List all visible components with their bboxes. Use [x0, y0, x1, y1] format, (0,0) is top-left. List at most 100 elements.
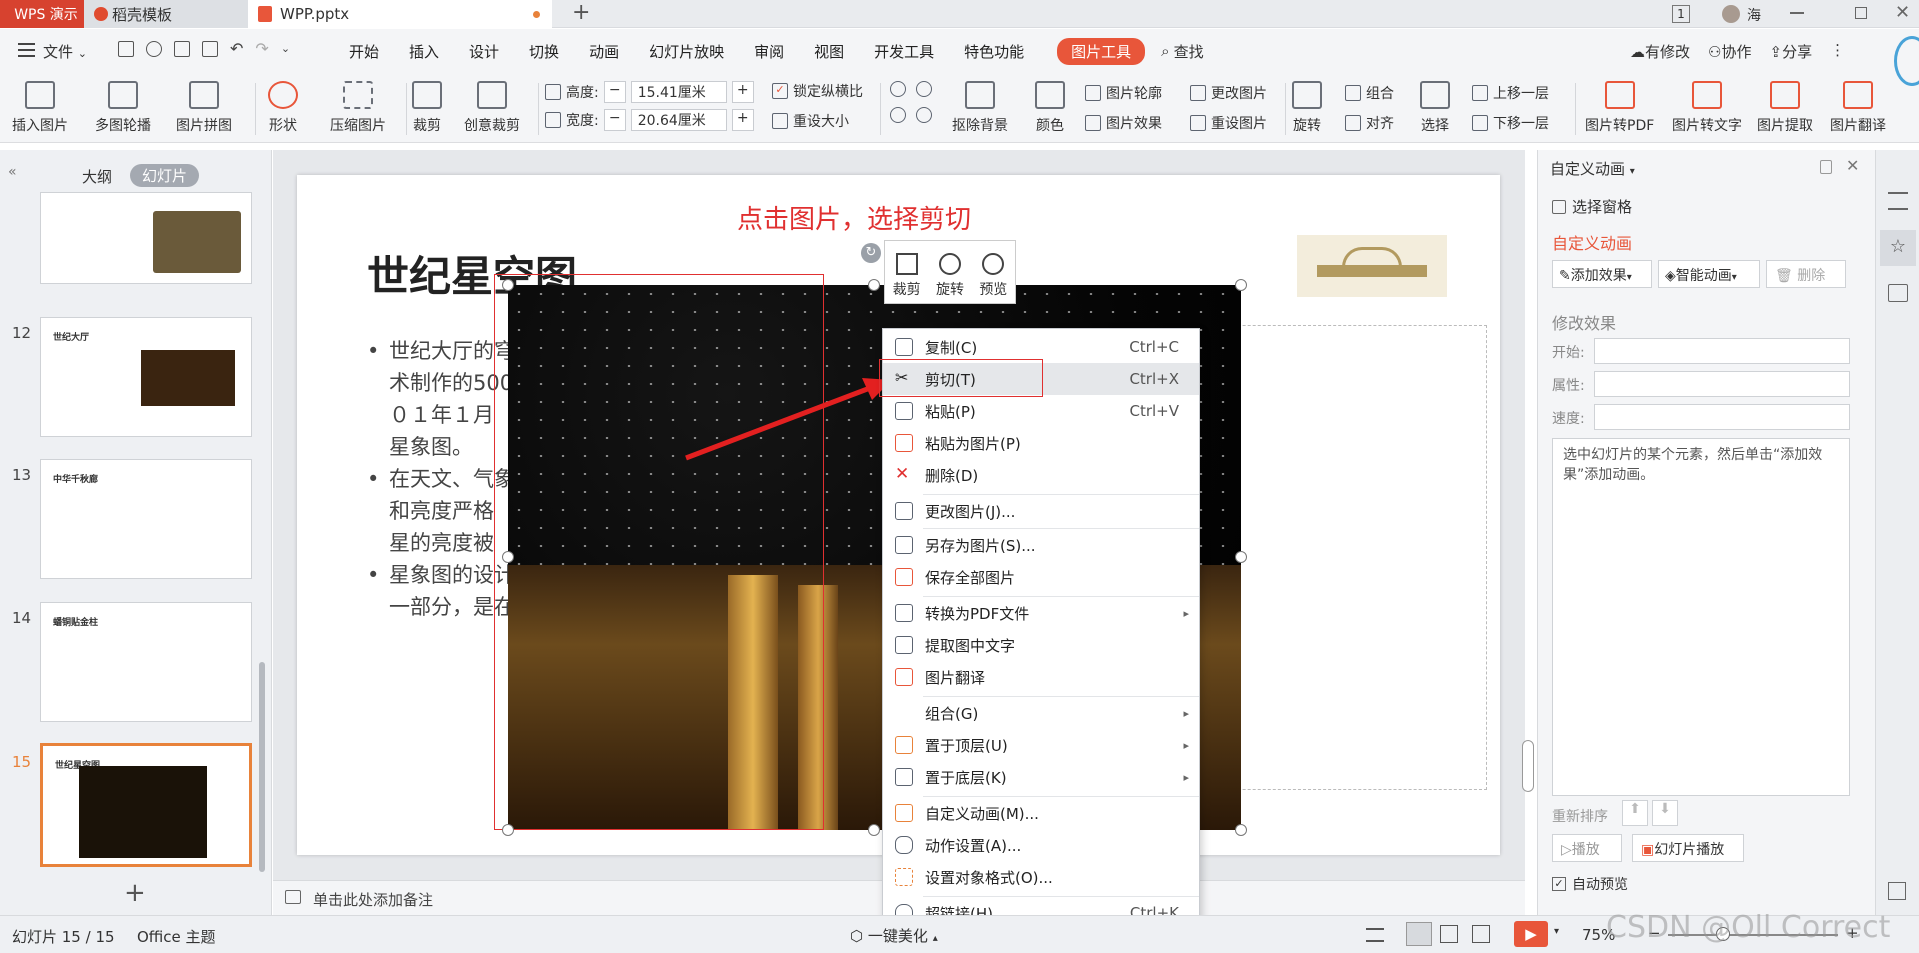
collapse-panel-icon[interactable]: « — [8, 164, 17, 180]
flip-h-icon[interactable] — [890, 107, 906, 123]
theme-name[interactable]: Office 主题 — [137, 926, 216, 947]
file-menu[interactable]: 文件 ⌄ — [43, 41, 87, 62]
animation-star-icon[interactable]: ☆ — [1880, 230, 1916, 266]
more-icon[interactable]: ⋮ — [1830, 41, 1845, 62]
pane-header[interactable]: 自定义动画 ▾ — [1550, 158, 1635, 179]
print-icon[interactable] — [174, 41, 190, 57]
collaborate-button[interactable]: ⚇协作 — [1708, 41, 1751, 62]
height-input[interactable]: 15.41厘米 — [630, 81, 727, 103]
width-increment[interactable]: + — [731, 109, 754, 131]
menu-item-change-image[interactable]: 更改图片(J)... — [883, 495, 1199, 527]
menu-tab-picture-tools[interactable]: 图片工具 — [1057, 37, 1146, 65]
menu-item-save-all-images[interactable]: 保存全部图片 — [883, 561, 1199, 593]
lock-ratio-checkbox[interactable]: ✓ 锁定纵横比 — [772, 81, 863, 101]
resize-handle[interactable] — [868, 824, 880, 836]
slide-thumbnail[interactable]: 中华千秋廊 — [40, 459, 252, 579]
changes-button[interactable]: ☁有修改 — [1630, 41, 1690, 62]
select-button[interactable]: 选择 — [1420, 81, 1450, 135]
move-up-button[interactable]: ⬆ — [1622, 800, 1648, 826]
menu-tab-design[interactable]: 设计 — [454, 41, 514, 62]
scrollbar[interactable] — [259, 662, 265, 872]
extract-button[interactable]: 图片提取 — [1757, 81, 1813, 135]
smart-animation-button[interactable]: ◈智能动画▾ — [1658, 260, 1760, 288]
menu-tab-developer[interactable]: 开发工具 — [859, 41, 949, 62]
vertical-scrollbar[interactable] — [1522, 740, 1534, 792]
rotate-button[interactable]: 旋转 — [1292, 81, 1322, 135]
restore-icon[interactable] — [1855, 7, 1867, 19]
panel-tab-slides[interactable]: 幻灯片 — [130, 164, 200, 187]
grid-icon[interactable] — [1888, 882, 1906, 900]
resize-handle[interactable] — [1235, 824, 1247, 836]
change-image-button[interactable]: 更改图片 — [1190, 83, 1267, 103]
menu-item-paste-as-image[interactable]: 粘贴为图片(P) — [883, 427, 1199, 459]
rotate-handle-icon[interactable]: ↻ — [861, 243, 881, 263]
reading-view-icon[interactable] — [1472, 925, 1490, 943]
reset-size-button[interactable]: 重设大小 — [772, 111, 849, 131]
hamburger-icon[interactable] — [18, 43, 35, 57]
menu-tab-animation[interactable]: 动画 — [574, 41, 634, 62]
lock-icon[interactable] — [1820, 160, 1832, 174]
reset-image-button[interactable]: 重设图片 — [1190, 113, 1267, 133]
menu-tab-home[interactable]: 开始 — [334, 41, 394, 62]
auto-preview-checkbox[interactable]: ✓ 自动预览 — [1552, 874, 1628, 894]
bullet-list[interactable]: • 世纪大厅的穹 术制作的500 ０１年１月 星象图。 • 在天文、气象 和亮度严格 星的亮度… — [367, 335, 515, 623]
print-preview-icon[interactable] — [202, 41, 218, 57]
float-rotate-button[interactable]: 旋转 — [936, 253, 964, 299]
effects-button[interactable]: 图片效果 — [1085, 113, 1162, 133]
translate-button[interactable]: 图片翻译 — [1830, 81, 1886, 135]
chevron-down-icon[interactable]: ▾ — [1554, 926, 1559, 937]
tab-document[interactable]: WPP.pptx — [248, 0, 552, 28]
close-icon[interactable]: ✕ — [1895, 2, 1910, 23]
tab-docer[interactable]: 稻壳模板 — [84, 0, 248, 28]
width-input[interactable]: 20.64厘米 — [630, 109, 727, 131]
slide-thumbnail[interactable]: 世纪大厅 — [40, 317, 252, 437]
resize-handle[interactable] — [502, 551, 514, 563]
to-pdf-button[interactable]: 图片转PDF — [1585, 81, 1654, 135]
menu-tab-review[interactable]: 审阅 — [739, 41, 799, 62]
height-decrement[interactable]: − — [603, 81, 626, 103]
menu-item-delete[interactable]: ✕ 删除(D) — [883, 459, 1199, 491]
sorter-view-icon[interactable] — [1440, 925, 1458, 943]
insert-image-button[interactable]: 插入图片 — [12, 81, 68, 135]
play-button[interactable]: ▷播放 — [1552, 834, 1622, 862]
user-avatar[interactable] — [1722, 5, 1740, 23]
slide-thumbnail-active[interactable]: 世纪星空图 — [40, 743, 252, 867]
menu-item-action-settings[interactable]: 动作设置(A)... — [883, 829, 1199, 861]
redo-icon[interactable]: ↷ — [255, 41, 268, 57]
bring-forward-button[interactable]: 上移一层 — [1472, 83, 1549, 103]
new-tab-button[interactable]: + — [572, 0, 590, 26]
resize-handle[interactable] — [502, 279, 514, 291]
compress-button[interactable]: 压缩图片 — [330, 81, 386, 135]
resize-handle[interactable] — [868, 279, 880, 291]
menu-item-save-as-image[interactable]: 另存为图片(S)... — [883, 529, 1199, 561]
resize-handle[interactable] — [1235, 551, 1247, 563]
menu-tab-features[interactable]: 特色功能 — [949, 41, 1039, 62]
menu-item-image-translate[interactable]: 图片翻译 — [883, 661, 1199, 693]
menu-item-paste[interactable]: 粘贴(P) Ctrl+V — [883, 395, 1199, 427]
menu-tab-slideshow[interactable]: 幻灯片放映 — [634, 41, 739, 62]
save-icon[interactable] — [118, 41, 134, 57]
height-increment[interactable]: + — [731, 81, 754, 103]
menu-item-group[interactable]: 组合(G) ▸ — [883, 697, 1199, 729]
menu-tab-view[interactable]: 视图 — [799, 41, 859, 62]
chevron-down-icon[interactable]: ⌄ — [281, 41, 290, 57]
search-label[interactable]: 查找 — [1174, 41, 1204, 62]
rotate-right-icon[interactable] — [916, 81, 932, 97]
share-button[interactable]: ⇪分享 — [1769, 41, 1812, 62]
search-icon[interactable]: ⌕ — [1161, 42, 1169, 60]
rotate-left-icon[interactable] — [890, 81, 906, 97]
play-slideshow-button[interactable]: ▶ — [1514, 921, 1548, 947]
resize-handle[interactable] — [502, 824, 514, 836]
selection-pane-link[interactable]: 选择窗格 — [1552, 196, 1632, 217]
cloud-icon[interactable] — [146, 41, 162, 57]
menu-tab-insert[interactable]: 插入 — [394, 41, 454, 62]
group-button[interactable]: 组合 — [1345, 83, 1394, 103]
menu-item-send-to-back[interactable]: 置于底层(K) ▸ — [883, 761, 1199, 793]
multi-carousel-button[interactable]: 多图轮播 — [95, 81, 151, 135]
normal-view-icon[interactable] — [1406, 922, 1432, 946]
move-down-button[interactable]: ⬇ — [1652, 800, 1678, 826]
slideshow-button[interactable]: ▣幻灯片播放 — [1632, 834, 1744, 862]
minimize-icon[interactable] — [1790, 12, 1804, 14]
send-backward-button[interactable]: 下移一层 — [1472, 113, 1549, 133]
menu-item-custom-animation[interactable]: 自定义动画(M)... — [883, 797, 1199, 829]
